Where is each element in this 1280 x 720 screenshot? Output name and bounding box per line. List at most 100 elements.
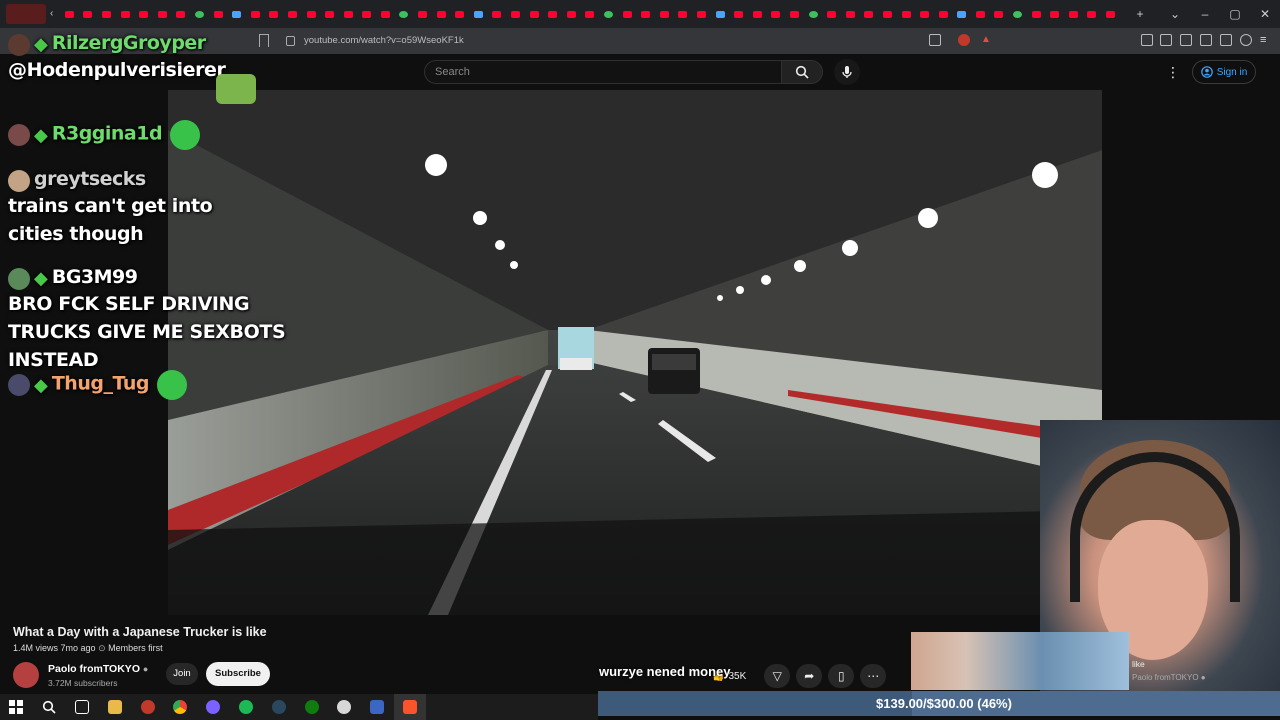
wallet-icon[interactable] xyxy=(1200,34,1212,46)
cast-icon[interactable] xyxy=(929,34,941,46)
browser-tab[interactable] xyxy=(841,0,860,28)
rewards-icon[interactable]: ▲ xyxy=(981,34,993,46)
task-view-button[interactable] xyxy=(66,694,99,720)
browser-tab[interactable] xyxy=(711,0,730,28)
browser-tab[interactable] xyxy=(729,0,748,28)
more-actions-button[interactable]: ⋯ xyxy=(860,664,887,688)
browser-tab[interactable] xyxy=(265,0,284,28)
brave-button[interactable] xyxy=(393,694,427,720)
browser-tab[interactable] xyxy=(358,0,377,28)
recommended-thumbnail[interactable] xyxy=(911,632,1129,690)
browser-tab[interactable] xyxy=(860,0,879,28)
browser-tab[interactable] xyxy=(655,0,674,28)
channel-avatar[interactable] xyxy=(13,662,39,688)
tab-scroll-left-icon[interactable]: ‹ xyxy=(50,8,53,19)
taskbar-app-button[interactable] xyxy=(361,694,394,720)
browser-tab[interactable] xyxy=(562,0,581,28)
bookmark-icon[interactable] xyxy=(259,34,269,47)
browser-tab[interactable] xyxy=(227,0,246,28)
vpn-icon[interactable] xyxy=(1240,34,1252,46)
browser-tab[interactable] xyxy=(822,0,841,28)
browser-tab[interactable] xyxy=(785,0,804,28)
voice-search-button[interactable] xyxy=(834,59,860,85)
close-icon[interactable]: ✕ xyxy=(1250,0,1280,28)
browser-tab[interactable] xyxy=(692,0,711,28)
chat-username[interactable]: R3ggina1d xyxy=(52,123,163,145)
search-input[interactable]: Search xyxy=(424,60,782,84)
browser-tab[interactable] xyxy=(990,0,1009,28)
browser-tab[interactable] xyxy=(953,0,972,28)
browser-tab[interactable] xyxy=(246,0,265,28)
browser-tab[interactable] xyxy=(153,0,172,28)
browser-tab[interactable] xyxy=(116,0,135,28)
brave-shields-icon[interactable] xyxy=(958,34,970,46)
chrome-button[interactable] xyxy=(164,694,197,720)
settings-menu-icon[interactable]: ⋮ xyxy=(1166,62,1180,82)
browser-tab[interactable] xyxy=(599,0,618,28)
dislike-button[interactable]: ▽ xyxy=(764,664,791,688)
taskbar-app-button[interactable] xyxy=(131,694,164,720)
browser-tab[interactable] xyxy=(915,0,934,28)
browser-tab[interactable] xyxy=(1045,0,1064,28)
browser-tab[interactable] xyxy=(506,0,525,28)
browser-tab[interactable] xyxy=(97,0,116,28)
browser-tab[interactable] xyxy=(1101,0,1120,28)
chat-username[interactable]: greytsecks xyxy=(34,168,146,190)
new-tab-icon[interactable]: + xyxy=(1120,0,1160,28)
browser-tab[interactable] xyxy=(636,0,655,28)
browser-tab[interactable] xyxy=(525,0,544,28)
chat-username[interactable]: RilzergGroyper xyxy=(52,32,206,54)
obs-button[interactable] xyxy=(197,694,230,720)
channel-name[interactable]: Paolo fromTOKYO ● xyxy=(48,663,148,675)
menu-icon[interactable]: ≡ xyxy=(1260,34,1272,46)
join-button[interactable]: Join xyxy=(166,663,198,685)
downloads-icon[interactable] xyxy=(1220,34,1232,46)
browser-tab[interactable] xyxy=(283,0,302,28)
pinned-tab[interactable] xyxy=(6,4,46,24)
subscribe-button[interactable]: Subscribe xyxy=(206,662,270,686)
minimize-icon[interactable]: – xyxy=(1190,0,1220,28)
save-button[interactable]: ▯ xyxy=(828,664,855,688)
browser-tab[interactable] xyxy=(618,0,637,28)
browser-tab[interactable] xyxy=(320,0,339,28)
taskbar-app-button[interactable] xyxy=(328,694,361,720)
sidebar-icon[interactable] xyxy=(1180,34,1192,46)
browser-tab[interactable] xyxy=(804,0,823,28)
media-icon[interactable] xyxy=(1160,34,1172,46)
chat-username[interactable]: BG3M99 xyxy=(52,266,138,288)
browser-tab[interactable] xyxy=(395,0,414,28)
file-explorer-button[interactable] xyxy=(98,694,131,720)
sign-in-button[interactable]: Sign in xyxy=(1192,60,1256,84)
maximize-icon[interactable]: ▢ xyxy=(1220,0,1250,28)
site-info-icon[interactable] xyxy=(286,36,295,46)
browser-tab[interactable] xyxy=(339,0,358,28)
browser-tab[interactable] xyxy=(469,0,488,28)
tab-search-icon[interactable]: ⌄ xyxy=(1160,0,1190,28)
address-bar[interactable]: youtube.com/watch?v=o59WseoKF1k xyxy=(278,31,998,51)
browser-tab[interactable] xyxy=(190,0,209,28)
browser-tab[interactable] xyxy=(488,0,507,28)
browser-tab[interactable] xyxy=(1008,0,1027,28)
browser-tab[interactable] xyxy=(450,0,469,28)
chat-username[interactable]: Thug_Tug xyxy=(52,373,150,395)
browser-tab[interactable] xyxy=(581,0,600,28)
recommended-title[interactable]: like xyxy=(1132,659,1145,669)
browser-tab[interactable] xyxy=(60,0,79,28)
browser-tab[interactable] xyxy=(172,0,191,28)
browser-tab[interactable] xyxy=(134,0,153,28)
browser-tab[interactable] xyxy=(413,0,432,28)
browser-tab[interactable] xyxy=(79,0,98,28)
browser-tab[interactable] xyxy=(302,0,321,28)
extensions-icon[interactable] xyxy=(1141,34,1153,46)
start-button[interactable] xyxy=(0,694,33,720)
xbox-button[interactable] xyxy=(295,694,328,720)
browser-tab[interactable] xyxy=(934,0,953,28)
share-button[interactable]: ➦ xyxy=(796,664,823,688)
browser-tab[interactable] xyxy=(432,0,451,28)
search-button[interactable] xyxy=(781,60,823,84)
browser-tab[interactable] xyxy=(543,0,562,28)
browser-tab[interactable] xyxy=(748,0,767,28)
browser-tab[interactable] xyxy=(897,0,916,28)
browser-tab[interactable] xyxy=(1083,0,1102,28)
browser-tab[interactable] xyxy=(209,0,228,28)
